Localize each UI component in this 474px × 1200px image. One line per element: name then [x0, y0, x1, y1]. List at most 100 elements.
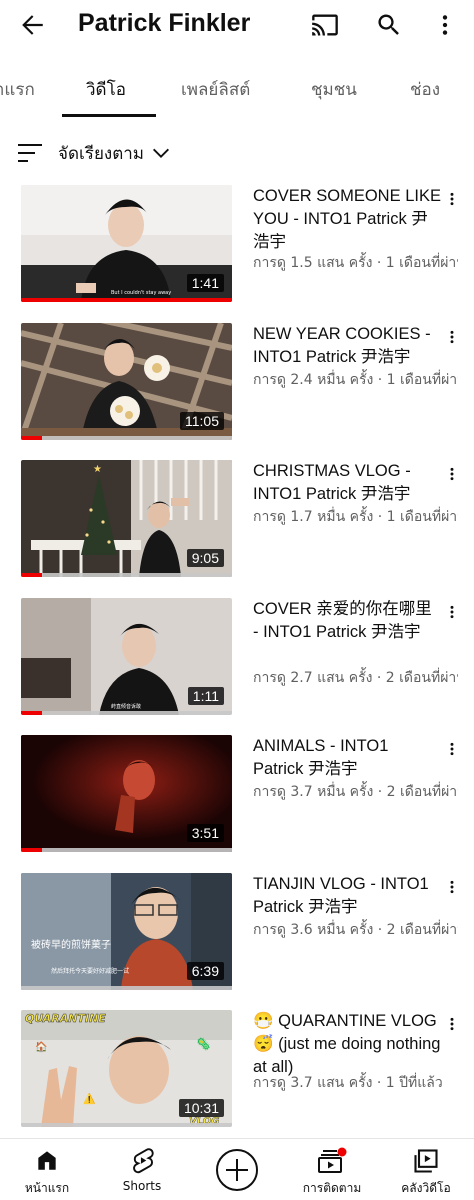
tab-videos[interactable]: วิดีโอ: [86, 76, 126, 103]
video-item[interactable]: QUARANTINE VLOG 🦠 🏠 ⚠️ 10:31 😷 QUARANTIN…: [0, 1010, 474, 1130]
svg-text:⚠️: ⚠️: [83, 1092, 95, 1105]
nav-library-label: คลังวิดีโอ: [401, 1181, 451, 1195]
video-thumbnail[interactable]: 11:05: [21, 323, 232, 440]
shorts-icon: [133, 1148, 154, 1174]
create-icon: [216, 1149, 258, 1191]
video-metadata: การดู 3.6 หมื่น ครั้ง · 2 เดือนที่ผ่านมา: [253, 922, 458, 938]
nav-subscriptions-label: การติดตาม: [302, 1181, 362, 1195]
cast-icon: [312, 14, 338, 36]
video-item[interactable]: 莳直倾音诉敢 1:11 COVER 亲爱的你在哪里 - INTO1 Patric…: [0, 598, 474, 718]
more-vert-icon: [450, 742, 454, 756]
video-more-button[interactable]: [442, 602, 462, 622]
video-more-button[interactable]: [442, 739, 462, 759]
video-metadata: การดู 2.7 แสน ครั้ง · 2 เดือนที่ผ่านมา: [253, 670, 458, 686]
search-icon: [378, 14, 399, 35]
video-more-button[interactable]: [442, 1014, 462, 1034]
video-metadata: การดู 1.5 แสน ครั้ง · 1 เดือนที่ผ่านมา: [253, 255, 458, 271]
sort-control[interactable]: จัดเรียงตาม: [18, 140, 172, 166]
video-metadata: การดู 2.4 หมื่น ครั้ง · 1 เดือนที่ผ่านมา: [253, 372, 458, 388]
svg-text:🦠: 🦠: [196, 1037, 211, 1051]
video-thumbnail[interactable]: ★ 9:05: [21, 460, 232, 577]
app-header: Patrick Finkler: [0, 0, 474, 50]
video-title[interactable]: COVER SOMEONE LIKE YOU - INTO1 Patrick 尹…: [253, 185, 441, 254]
more-vert-icon: [450, 330, 454, 344]
video-item[interactable]: ★ 9:05 CHRISTMAS VLOG - INTO1 Patrick 尹浩…: [0, 460, 474, 580]
video-duration: 1:41: [186, 274, 224, 292]
video-more-button[interactable]: [442, 464, 462, 484]
video-duration: 11:05: [180, 412, 224, 430]
nav-shorts-label: Shorts: [122, 1179, 162, 1193]
active-tab-indicator: [62, 114, 156, 117]
video-more-button[interactable]: [442, 877, 462, 897]
watch-progress-bar: [21, 1123, 232, 1127]
watch-progress-bar: [21, 848, 232, 852]
more-vert-icon: [450, 605, 454, 619]
tab-channels[interactable]: ช่อง: [410, 76, 440, 103]
video-duration: 6:39: [186, 962, 224, 980]
video-metadata: การดู 3.7 หมื่น ครั้ง · 2 เดือนที่ผ่านมา: [253, 784, 458, 800]
video-metadata: การดู 1.7 หมื่น ครั้ง · 1 เดือนที่ผ่านมา: [253, 509, 458, 525]
svg-text:莳直倾音诉敢: 莳直倾音诉敢: [111, 703, 141, 710]
video-item[interactable]: 被砖早的煎饼菓子 然后拜托今天要好好减肥一试 6:39 TIANJIN VLOG…: [0, 873, 474, 993]
video-title[interactable]: CHRISTMAS VLOG - INTO1 Patrick 尹浩宇: [253, 460, 441, 506]
video-title[interactable]: NEW YEAR COOKIES - INTO1 Patrick 尹浩宇: [253, 323, 441, 369]
video-duration: 1:11: [187, 687, 224, 705]
video-duration: 9:05: [186, 549, 224, 567]
video-thumbnail[interactable]: 3:51: [21, 735, 232, 852]
nav-home-label: หน้าแรก: [24, 1181, 70, 1195]
svg-text:然后拜托今天要好好减肥一试: 然后拜托今天要好好减肥一试: [51, 967, 129, 975]
back-button[interactable]: [16, 8, 50, 42]
video-title[interactable]: ANIMALS - INTO1 Patrick 尹浩宇: [253, 735, 441, 781]
more-vert-icon: [450, 880, 454, 894]
video-thumbnail[interactable]: But I couldn't stay away 1:41: [21, 185, 232, 302]
home-icon: [38, 1151, 56, 1170]
watch-progress-bar: [21, 986, 232, 990]
more-vert-icon: [442, 15, 448, 35]
nav-library[interactable]: คลังวิดีโอ: [381, 1139, 471, 1200]
nav-create[interactable]: [192, 1139, 282, 1200]
library-icon: [414, 1149, 438, 1173]
nav-subscriptions[interactable]: การติดตาม: [287, 1139, 377, 1200]
svg-text:But I couldn't stay away: But I couldn't stay away: [111, 290, 171, 296]
video-title[interactable]: COVER 亲爱的你在哪里 - INTO1 Patrick 尹浩宇: [253, 598, 441, 644]
search-button[interactable]: [371, 7, 407, 43]
channel-tabs: หน้าแรก วิดีโอ เพลย์ลิสต์ ชุมชน ช่อง: [0, 56, 474, 118]
arrow-left-icon: [22, 15, 43, 35]
video-duration: 3:51: [186, 824, 224, 842]
bottom-navigation: หน้าแรก Shorts การติดตาม คลังวิดีโอ: [0, 1138, 474, 1200]
svg-text:QUARANTINE: QUARANTINE: [25, 1012, 106, 1025]
watch-progress-bar: [21, 298, 232, 302]
more-vert-icon: [450, 192, 454, 206]
watch-progress-bar: [21, 573, 232, 577]
tab-playlists[interactable]: เพลย์ลิสต์: [181, 76, 250, 103]
tab-community[interactable]: ชุมชน: [311, 76, 357, 103]
video-thumbnail[interactable]: 莳直倾音诉敢 1:11: [21, 598, 232, 715]
video-thumbnail[interactable]: QUARANTINE VLOG 🦠 🏠 ⚠️ 10:31: [21, 1010, 232, 1127]
video-item[interactable]: But I couldn't stay away 1:41 COVER SOME…: [0, 185, 474, 305]
sort-icon: [18, 144, 42, 162]
video-item[interactable]: 3:51 ANIMALS - INTO1 Patrick 尹浩宇 การดู 3…: [0, 735, 474, 855]
video-title[interactable]: TIANJIN VLOG - INTO1 Patrick 尹浩宇: [253, 873, 441, 919]
more-vert-icon: [450, 467, 454, 481]
nav-shorts[interactable]: Shorts: [97, 1139, 187, 1200]
video-thumbnail[interactable]: 被砖早的煎饼菓子 然后拜托今天要好好减肥一试 6:39: [21, 873, 232, 990]
svg-text:被砖早的煎饼菓子: 被砖早的煎饼菓子: [31, 938, 111, 951]
video-duration: 10:31: [178, 1099, 224, 1117]
watch-progress-bar: [21, 436, 232, 440]
chevron-down-icon: [153, 148, 169, 158]
subscriptions-icon: [318, 1147, 347, 1173]
cast-button[interactable]: [307, 7, 343, 43]
sort-label: จัดเรียงตาม: [58, 143, 144, 164]
svg-text:★: ★: [93, 464, 102, 475]
more-options-button[interactable]: [427, 7, 463, 43]
tab-home[interactable]: หน้าแรก: [0, 76, 35, 103]
video-title[interactable]: 😷 QUARANTINE VLOG 😴 (just me doing nothi…: [253, 1010, 441, 1079]
video-metadata: การดู 3.7 แสน ครั้ง · 1 ปีที่แล้ว: [253, 1075, 443, 1091]
nav-home[interactable]: หน้าแรก: [2, 1139, 92, 1200]
watch-progress-bar: [21, 711, 232, 715]
more-vert-icon: [450, 1017, 454, 1031]
svg-text:🏠: 🏠: [35, 1041, 47, 1053]
video-more-button[interactable]: [442, 189, 462, 209]
video-item[interactable]: 11:05 NEW YEAR COOKIES - INTO1 Patrick 尹…: [0, 323, 474, 443]
video-more-button[interactable]: [442, 327, 462, 347]
